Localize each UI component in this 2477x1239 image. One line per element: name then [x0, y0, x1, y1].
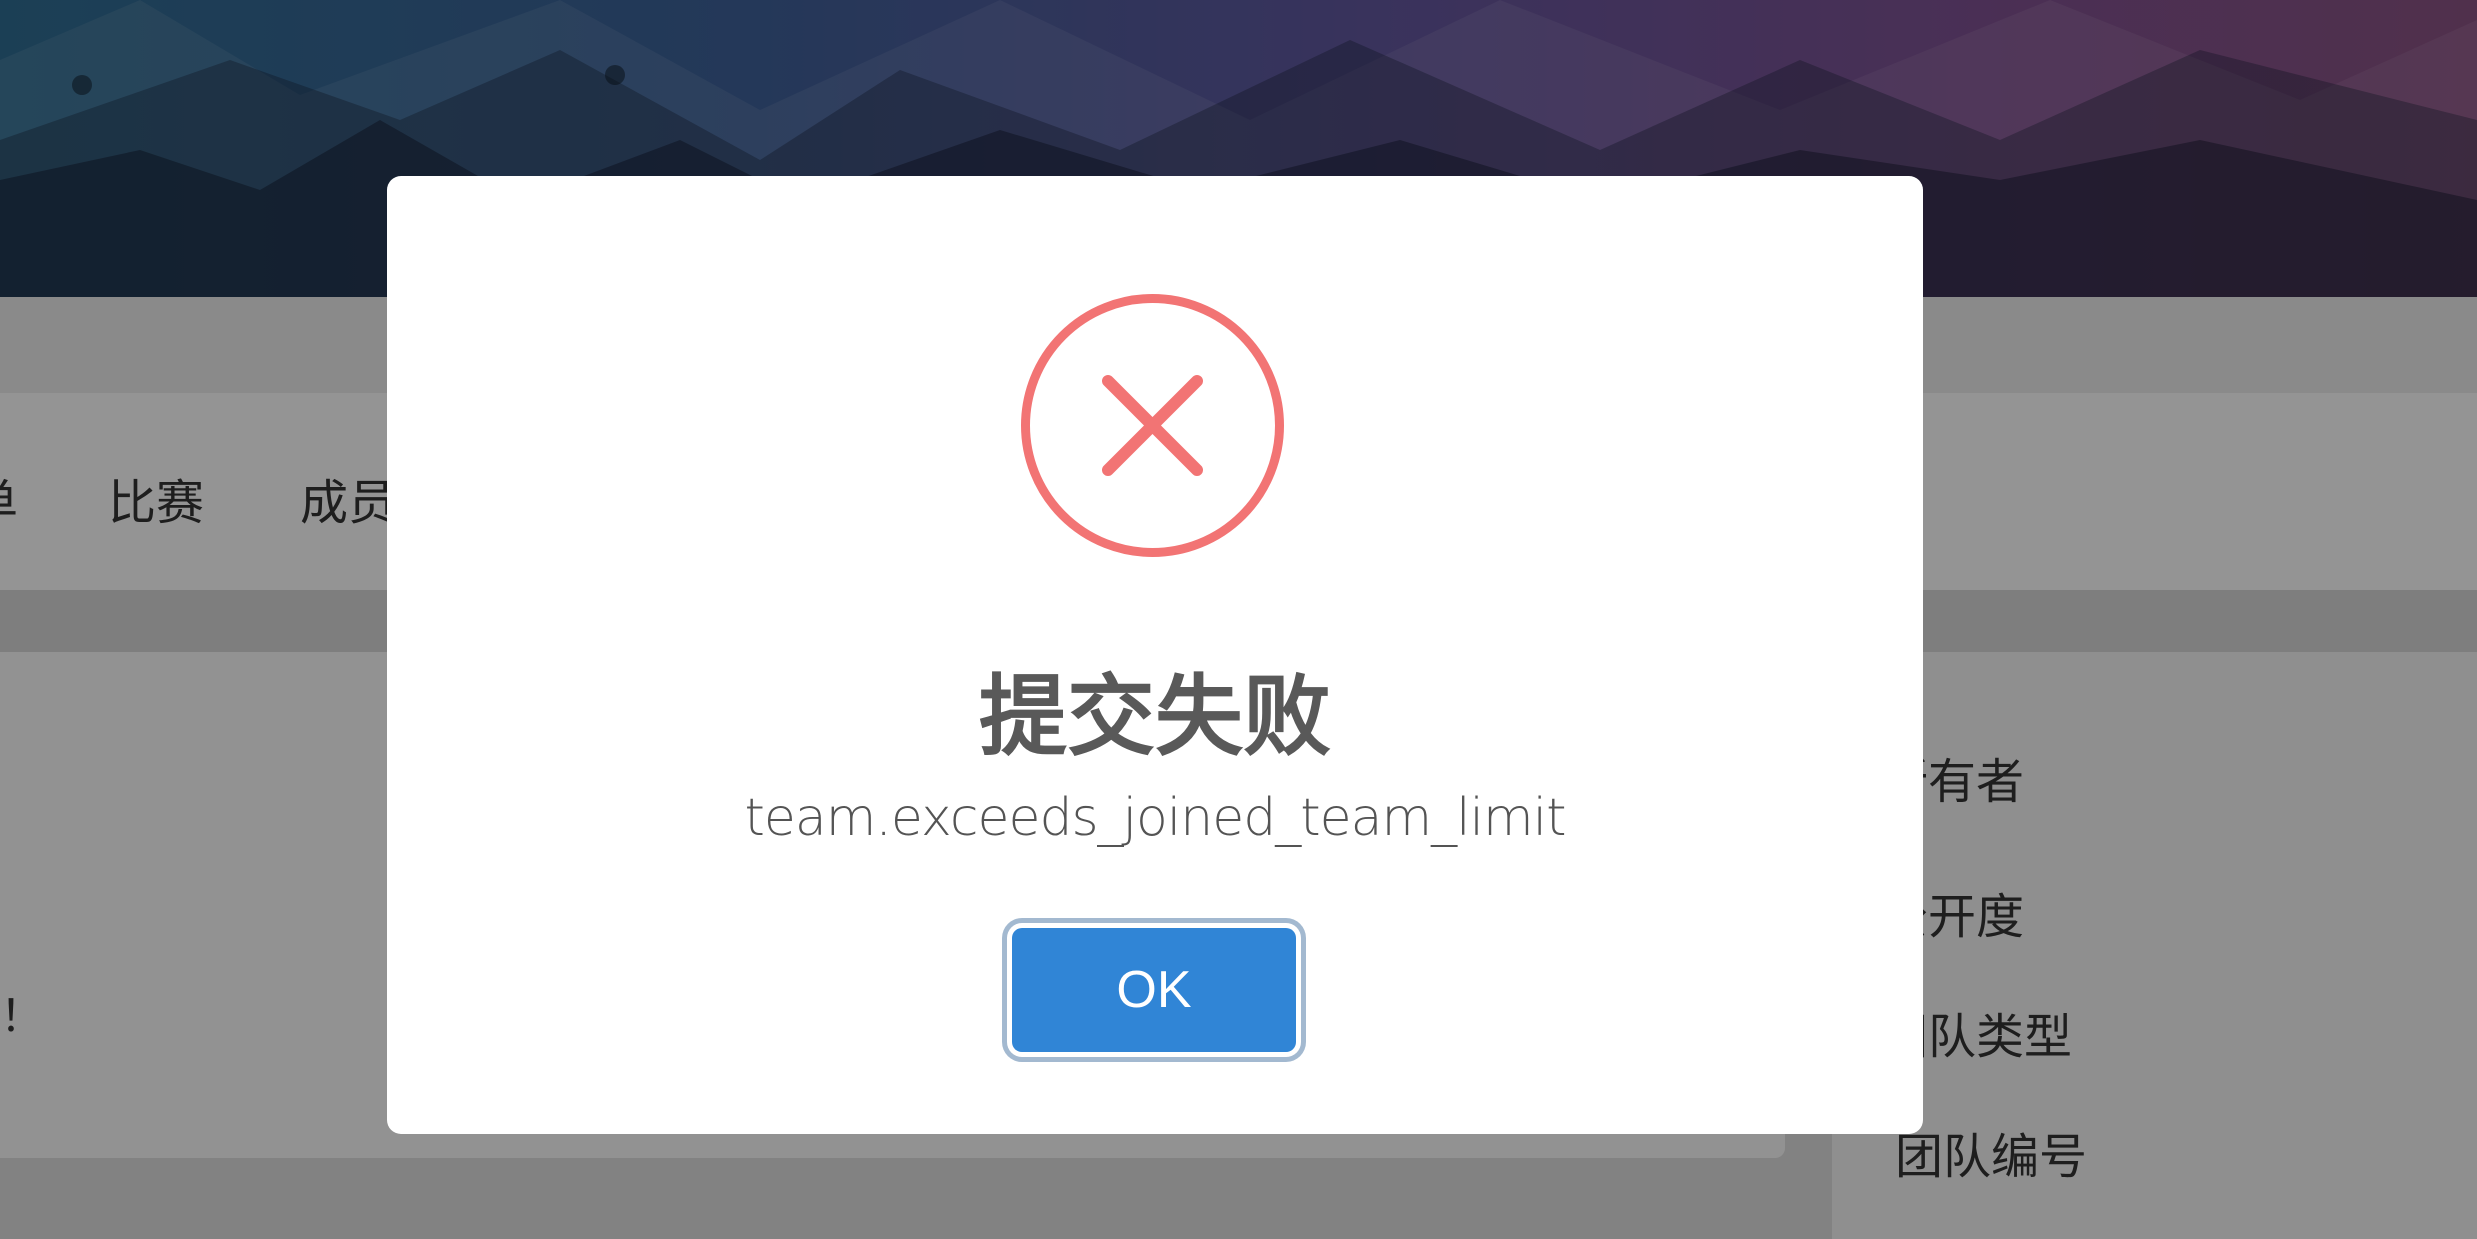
- dialog-message: team.exceeds_joined_team_limit: [744, 788, 1567, 848]
- error-x-circle-icon: [1021, 294, 1284, 557]
- page: 单 比赛 成员 ！ 所有者 公开度 团队类型 团队编号 提交失败 team.ex…: [0, 0, 2477, 1239]
- ok-button[interactable]: OK: [1012, 928, 1296, 1052]
- error-alert-dialog: 提交失败 team.exceeds_joined_team_limit OK: [387, 176, 1923, 1134]
- dialog-title: 提交失败: [978, 665, 1331, 768]
